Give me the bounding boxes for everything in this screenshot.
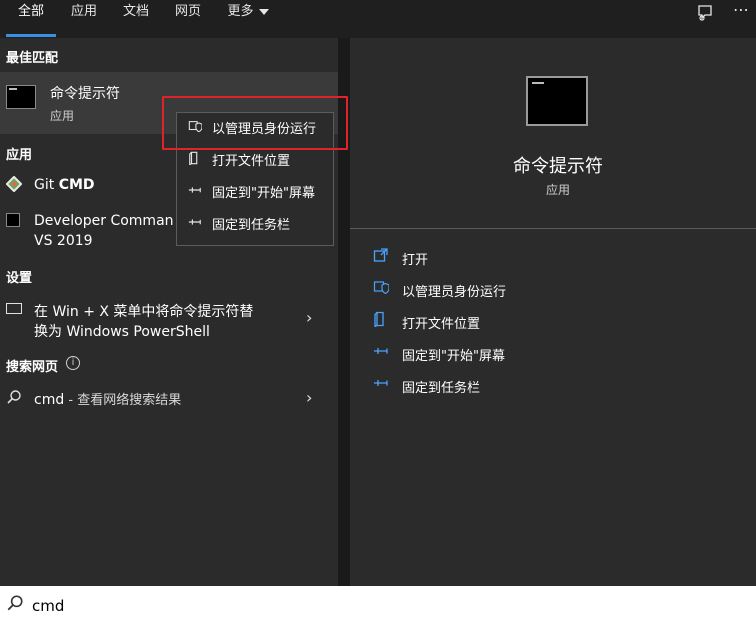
best-match-subtitle: 应用	[50, 109, 75, 123]
ctx-pin-svg	[188, 187, 201, 193]
ctx-pin-to-taskbar-label: 固定到任务栏	[212, 218, 291, 233]
open-icon-svg	[373, 248, 388, 262]
setting-item-line2: 换为 Windows PowerShell	[34, 324, 210, 340]
folder-location-icon	[186, 148, 204, 176]
web-search-suffix: - 查看网络搜索结果	[64, 393, 182, 408]
git-cmd-title-plain: Git	[34, 177, 59, 193]
feedback-icon[interactable]	[694, 4, 716, 26]
pin-icon	[186, 180, 204, 208]
search-bar-icon-svg	[7, 595, 23, 611]
developer-command-title-line2: VS 2019	[34, 233, 93, 249]
tab-all[interactable]: 全部	[6, 0, 56, 38]
folder-location-icon-svg	[374, 311, 384, 328]
ctx-open-file-location-label: 打开文件位置	[212, 154, 291, 169]
git-cmd-title-bold: CMD	[58, 177, 95, 193]
search-icon	[6, 389, 22, 405]
web-search-text: cmd - 查看网络搜索结果	[34, 389, 181, 408]
settings-window-icon	[6, 303, 22, 314]
setting-item-line1: 在 Win + X 菜单中将命令提示符替	[34, 304, 254, 320]
tab-web[interactable]: 网页	[166, 0, 210, 38]
search-icon-svg	[7, 390, 21, 404]
best-match-label: 最佳匹配	[6, 51, 59, 66]
tab-more-label: 更多	[227, 4, 254, 19]
preview-subtitle: 应用	[545, 183, 570, 197]
open-icon	[372, 247, 390, 265]
chevron-right-icon[interactable]: ›	[306, 308, 312, 327]
action-open-label: 打开	[402, 253, 429, 268]
chevron-down-icon	[258, 8, 269, 15]
folder-location-icon	[372, 311, 390, 329]
developer-command-title-line1: Developer Comman	[34, 213, 174, 229]
settings-section-label: 设置	[6, 271, 33, 286]
pin-taskbar-icon	[372, 375, 390, 393]
app-item-git-cmd-label: Git CMD	[34, 177, 95, 193]
command-prompt-icon	[6, 85, 36, 109]
tab-apps[interactable]: 应用	[62, 0, 106, 38]
pin-icon	[372, 343, 390, 361]
action-pin-to-start-label: 固定到"开始"屏幕	[402, 349, 505, 364]
apps-section-label: 应用	[6, 148, 33, 163]
action-run-as-admin-label: 以管理员身份运行	[402, 285, 507, 300]
ctx-pin-to-start-label: 固定到"开始"屏幕	[212, 186, 315, 201]
terminal-icon	[6, 213, 20, 227]
search-bar-icon	[6, 594, 26, 614]
preview-separator	[350, 228, 756, 229]
ctx-pin-taskbar-svg	[188, 219, 201, 225]
git-icon	[5, 175, 24, 194]
ctx-open-file-location[interactable]: 打开文件位置	[186, 148, 326, 176]
shield-icon	[372, 279, 390, 297]
pin-icon-svg	[374, 348, 388, 354]
best-match-title: 命令提示符	[50, 86, 120, 102]
shield-icon-svg	[373, 281, 390, 295]
ctx-pin-to-taskbar[interactable]: 固定到任务栏	[186, 212, 326, 240]
web-search-query: cmd	[34, 392, 65, 408]
web-section-label: 搜索网页	[6, 356, 58, 375]
tab-docs[interactable]: 文档	[114, 0, 158, 38]
git-icon-svg	[5, 175, 23, 193]
search-input[interactable]	[32, 592, 632, 620]
ctx-folder-svg	[189, 151, 198, 166]
active-tab-indicator	[6, 34, 56, 37]
highlight-box	[162, 96, 348, 150]
feedback-icon-svg	[698, 5, 712, 21]
action-open-file-location-label: 打开文件位置	[402, 317, 481, 332]
preview-title: 命令提示符	[513, 156, 603, 177]
chevron-right-icon-web[interactable]: ›	[306, 388, 312, 407]
info-icon[interactable]: i	[66, 356, 80, 370]
tab-more[interactable]: 更多	[220, 0, 276, 38]
pin-taskbar-icon-svg	[374, 380, 388, 386]
pin-taskbar-icon	[186, 212, 204, 240]
command-prompt-large-icon	[526, 76, 588, 126]
action-pin-to-taskbar-label: 固定到任务栏	[402, 381, 481, 396]
ctx-pin-to-start[interactable]: 固定到"开始"屏幕	[186, 180, 326, 208]
ellipsis-icon[interactable]: ⋯	[730, 0, 752, 22]
web-section-label-text: 搜索网页	[6, 360, 59, 375]
